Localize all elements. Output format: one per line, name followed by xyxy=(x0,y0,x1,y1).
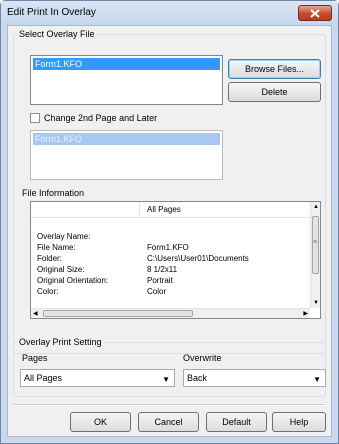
info-row-value: 8 1/2x11 xyxy=(147,265,178,274)
dialog-content: Select Overlay File Form1.KFO Browse Fil… xyxy=(7,25,332,437)
change-2nd-page-label: Change 2nd Page and Later xyxy=(44,113,158,123)
scroll-left-icon[interactable]: ◀ xyxy=(33,310,38,317)
column-divider xyxy=(139,202,140,218)
overwrite-label: Overwrite xyxy=(183,353,222,363)
vertical-scrollbar[interactable]: ▲ ≡ ▼ xyxy=(310,202,320,308)
second-page-file-list: Form1.KFO xyxy=(30,130,223,180)
vertical-scroll-thumb[interactable]: ≡ xyxy=(312,216,319,274)
grip-icon: ≡ xyxy=(313,239,318,246)
info-row-label: Folder: xyxy=(37,254,62,263)
browse-files-button[interactable]: Browse Files... xyxy=(228,59,321,79)
cancel-button[interactable]: Cancel xyxy=(138,412,199,432)
second-page-file-item: Form1.KFO xyxy=(33,133,220,145)
select-overlay-group-label: Select Overlay File xyxy=(17,29,97,39)
horizontal-scroll-thumb[interactable] xyxy=(43,310,193,317)
scroll-right-icon[interactable]: ▶ xyxy=(303,310,308,317)
info-row-label: Overlay Name: xyxy=(37,232,91,241)
change-2nd-page-checkbox[interactable] xyxy=(30,113,40,123)
info-row-value: C:\Users\User01\Documents xyxy=(147,254,249,263)
overlay-print-setting-label: Overlay Print Setting xyxy=(17,337,104,347)
dialog-window: Edit Print In Overlay Select Overlay Fil… xyxy=(0,0,339,444)
chevron-down-icon: ▼ xyxy=(313,375,321,384)
info-row-label: Original Size: xyxy=(37,265,85,274)
pages-label: Pages xyxy=(22,353,48,363)
close-icon xyxy=(310,8,320,18)
file-information-header: All Pages xyxy=(31,202,310,218)
info-row-label: Color: xyxy=(37,287,59,296)
overlay-file-item[interactable]: Form1.KFO xyxy=(33,58,220,70)
file-information-table[interactable]: All Pages Overlay Name: File Name: Form1… xyxy=(30,201,321,319)
pages-select-value: All Pages xyxy=(24,373,63,383)
horizontal-scrollbar[interactable]: ◀ ▶ xyxy=(31,308,310,318)
info-row-value: Form1.KFO xyxy=(147,243,189,252)
info-row-value: Color xyxy=(147,287,167,296)
window-title: Edit Print In Overlay xyxy=(7,7,96,18)
scroll-down-icon[interactable]: ▼ xyxy=(313,300,319,306)
delete-button[interactable]: Delete xyxy=(228,82,321,102)
info-row-label: Original Orientation: xyxy=(37,276,109,285)
info-row-label: File Name: xyxy=(37,243,76,252)
help-button[interactable]: Help xyxy=(272,412,326,432)
close-button[interactable] xyxy=(298,5,332,21)
overlay-file-list[interactable]: Form1.KFO xyxy=(30,55,223,105)
ok-button[interactable]: OK xyxy=(70,412,131,432)
default-button[interactable]: Default xyxy=(206,412,267,432)
scroll-up-icon[interactable]: ▲ xyxy=(313,204,319,210)
overwrite-select-value: Back xyxy=(187,373,208,383)
pages-select[interactable]: All Pages ▼ xyxy=(20,369,175,387)
title-bar[interactable]: Edit Print In Overlay xyxy=(1,1,338,25)
info-row-value: Portrait xyxy=(147,276,173,285)
file-information-label: File Information xyxy=(22,188,85,198)
chevron-down-icon: ▼ xyxy=(162,375,170,384)
footer-divider xyxy=(14,404,325,406)
overwrite-select[interactable]: Back ▼ xyxy=(183,369,326,387)
all-pages-column-header: All Pages xyxy=(147,205,181,214)
